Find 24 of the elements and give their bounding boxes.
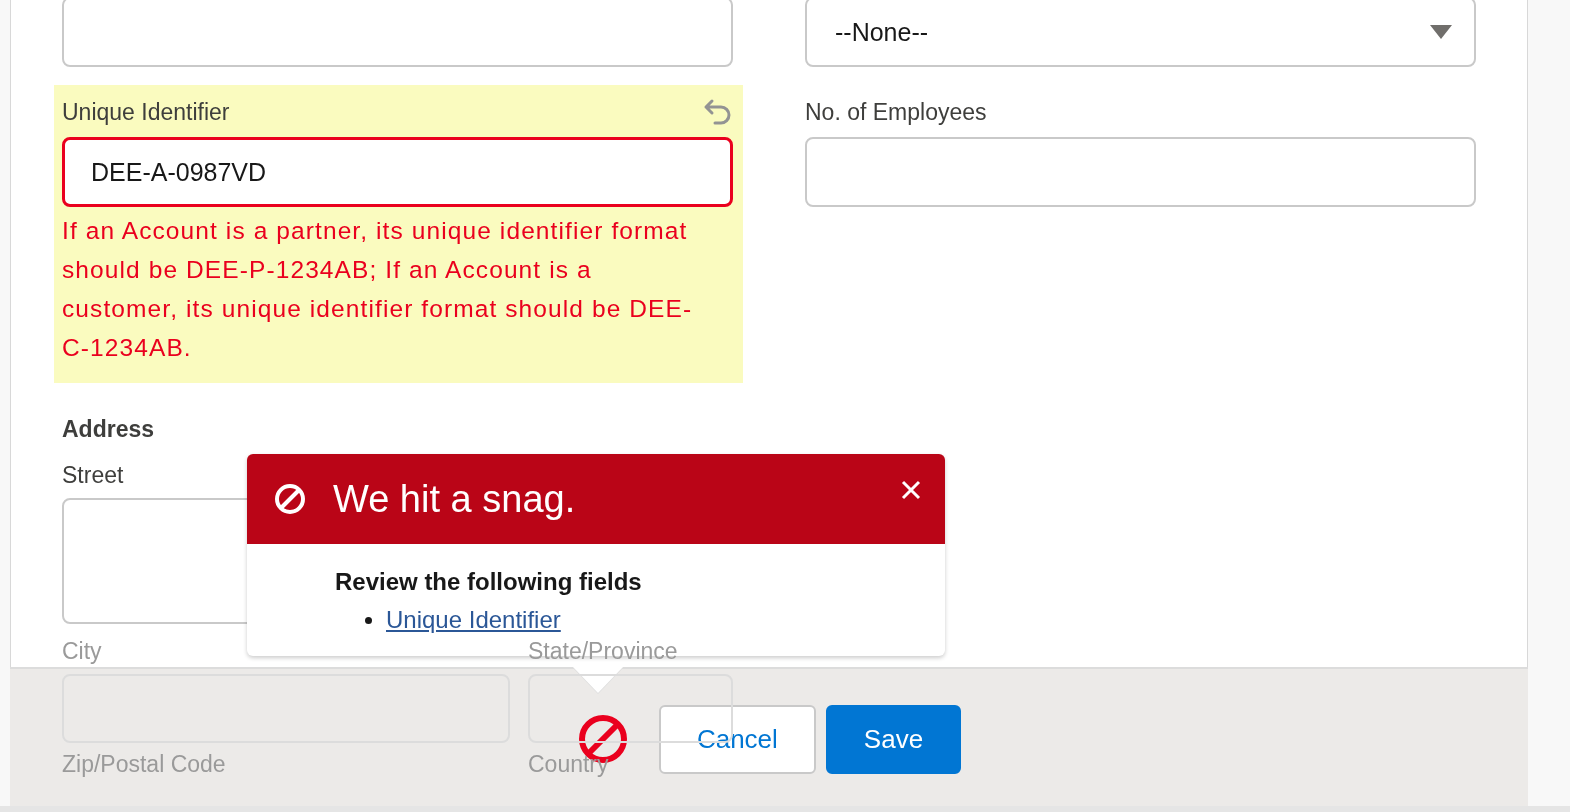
field-label: City [62, 637, 102, 666]
input-field[interactable] [805, 137, 1476, 207]
field-label: Unique Identifier [62, 98, 230, 127]
bullet-icon [365, 616, 372, 624]
section-heading: Address [62, 415, 156, 444]
error-message: If an Account is a partner, its unique identifier format should be DEE-P-1234AB; If an Account is a customer, its unique identifier format should be DEE-C-1234AB. [62, 216, 694, 363]
field-link[interactable]: Unique Identifier [386, 606, 561, 634]
identifier-field[interactable]: DEE-A-0987VD [62, 137, 733, 207]
field-label: Street [62, 461, 124, 490]
field-label: Country [528, 750, 609, 779]
close-button[interactable] [899, 478, 923, 502]
field-label: No. of Employees [805, 98, 987, 127]
field-label: State/Province [528, 637, 678, 666]
error-icon [273, 482, 307, 516]
field-label: Zip/Postal Code [62, 750, 226, 779]
save-button[interactable]: Save [825, 705, 962, 774]
input-field[interactable] [62, 0, 733, 67]
undo-icon[interactable] [703, 98, 733, 126]
picklist-field[interactable]: --None-- [805, 0, 1476, 67]
dropdown-icon [1430, 25, 1452, 39]
popover-title: We hit a snag. [333, 477, 577, 521]
popover-subtitle: Review the following fields [335, 568, 643, 596]
popover-arrow [573, 667, 623, 693]
cancel-button[interactable]: Cancel [658, 705, 816, 774]
